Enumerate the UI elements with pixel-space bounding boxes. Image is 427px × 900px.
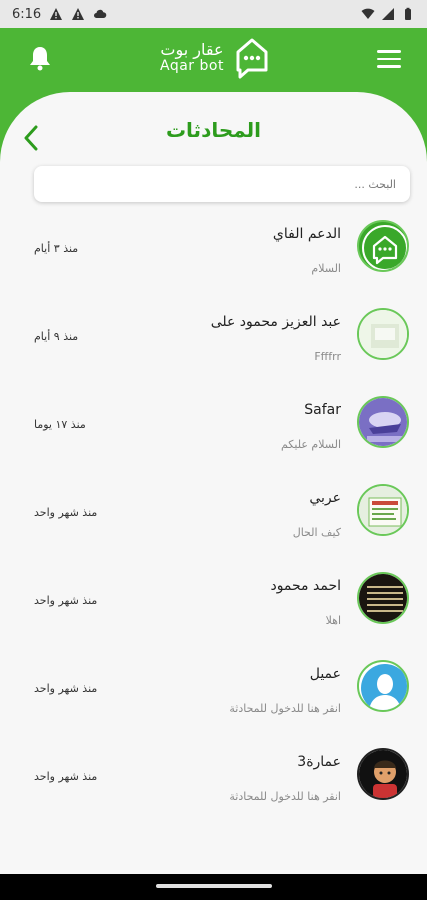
- conversation-last-message: انقر هنا للدخول للمحادثة: [229, 702, 341, 715]
- conversation-time: منذ ٣ أيام: [34, 242, 79, 255]
- conversation-time: منذ ١٧ يوما: [34, 418, 86, 431]
- character-avatar: [357, 748, 409, 800]
- wifi-icon: [361, 8, 375, 19]
- conversation-name: عبد العزيز محمود على: [210, 314, 341, 330]
- conversation-item[interactable]: عربي كيف الحال منذ شهر واحد: [0, 480, 427, 568]
- conversation-item[interactable]: عميل انقر هنا للدخول للمحادثة منذ شهر وا…: [0, 656, 427, 744]
- aqar-logo-avatar: [357, 220, 409, 272]
- conversation-item[interactable]: عبد العزيز محمود على Ffffrr منذ ٩ أيام: [0, 304, 427, 392]
- photo-avatar: [357, 572, 409, 624]
- logo-english-text: Aqar bot: [160, 58, 224, 75]
- app-logo: عقار بوت Aqar bot: [160, 36, 272, 80]
- conversation-item[interactable]: الدعم الفاي السلام منذ ٣ أيام: [0, 216, 427, 304]
- conversation-last-message: Ffffrr: [314, 350, 341, 363]
- search-box[interactable]: [34, 166, 410, 202]
- conversation-time: منذ شهر واحد: [34, 682, 98, 695]
- conversation-list: الدعم الفاي السلام منذ ٣ أيام عبد العزيز…: [0, 216, 427, 832]
- conversation-last-message: انقر هنا للدخول للمحادثة: [229, 790, 341, 803]
- conversation-last-message: اهلا: [325, 614, 341, 627]
- conversation-name: عميل: [309, 666, 341, 682]
- search-input[interactable]: [34, 166, 410, 202]
- photo-avatar: [357, 396, 409, 448]
- page-title: المحادثات: [165, 118, 262, 142]
- conversations-panel: المحادثات الدعم الفاي السلام منذ ٣ أيام: [0, 92, 427, 874]
- battery-icon: [405, 7, 411, 20]
- conversation-item[interactable]: Safar السلام عليكم منذ ١٧ يوما: [0, 392, 427, 480]
- conversation-time: منذ شهر واحد: [34, 594, 98, 607]
- conversation-item[interactable]: عمارة3 انقر هنا للدخول للمحادثة منذ شهر …: [0, 744, 427, 832]
- conversation-name: Safar: [304, 402, 341, 418]
- conversation-last-message: كيف الحال: [292, 526, 341, 539]
- conversation-name: احمد محمود: [270, 578, 341, 594]
- notification-bell-icon[interactable]: [26, 44, 54, 72]
- photo-avatar: [357, 308, 409, 360]
- status-bar: 6:16: [0, 0, 427, 28]
- cloud-icon: [94, 9, 107, 18]
- conversation-time: منذ شهر واحد: [34, 770, 98, 783]
- conversation-name: عمارة3: [297, 754, 341, 770]
- conversation-item[interactable]: احمد محمود اهلا منذ شهر واحد: [0, 568, 427, 656]
- chat-house-logo-icon: [236, 38, 268, 79]
- conversation-last-message: السلام: [311, 262, 341, 275]
- menu-icon[interactable]: [377, 50, 401, 68]
- signal-icon: [382, 8, 394, 20]
- home-gesture-handle[interactable]: [156, 884, 272, 888]
- photo-avatar: [357, 484, 409, 536]
- system-navigation-bar: [0, 874, 427, 900]
- status-time: 6:16: [12, 6, 42, 22]
- conversation-name: عربي: [309, 490, 341, 506]
- warning-icon: [50, 8, 63, 20]
- conversation-time: منذ ٩ أيام: [34, 330, 79, 343]
- warning-icon: [72, 8, 85, 20]
- user-icon-avatar: [357, 660, 409, 712]
- conversation-time: منذ شهر واحد: [34, 506, 98, 519]
- logo-arabic-text: عقار بوت: [160, 40, 224, 60]
- conversation-name: الدعم الفاي: [272, 226, 341, 242]
- conversation-last-message: السلام عليكم: [280, 438, 341, 451]
